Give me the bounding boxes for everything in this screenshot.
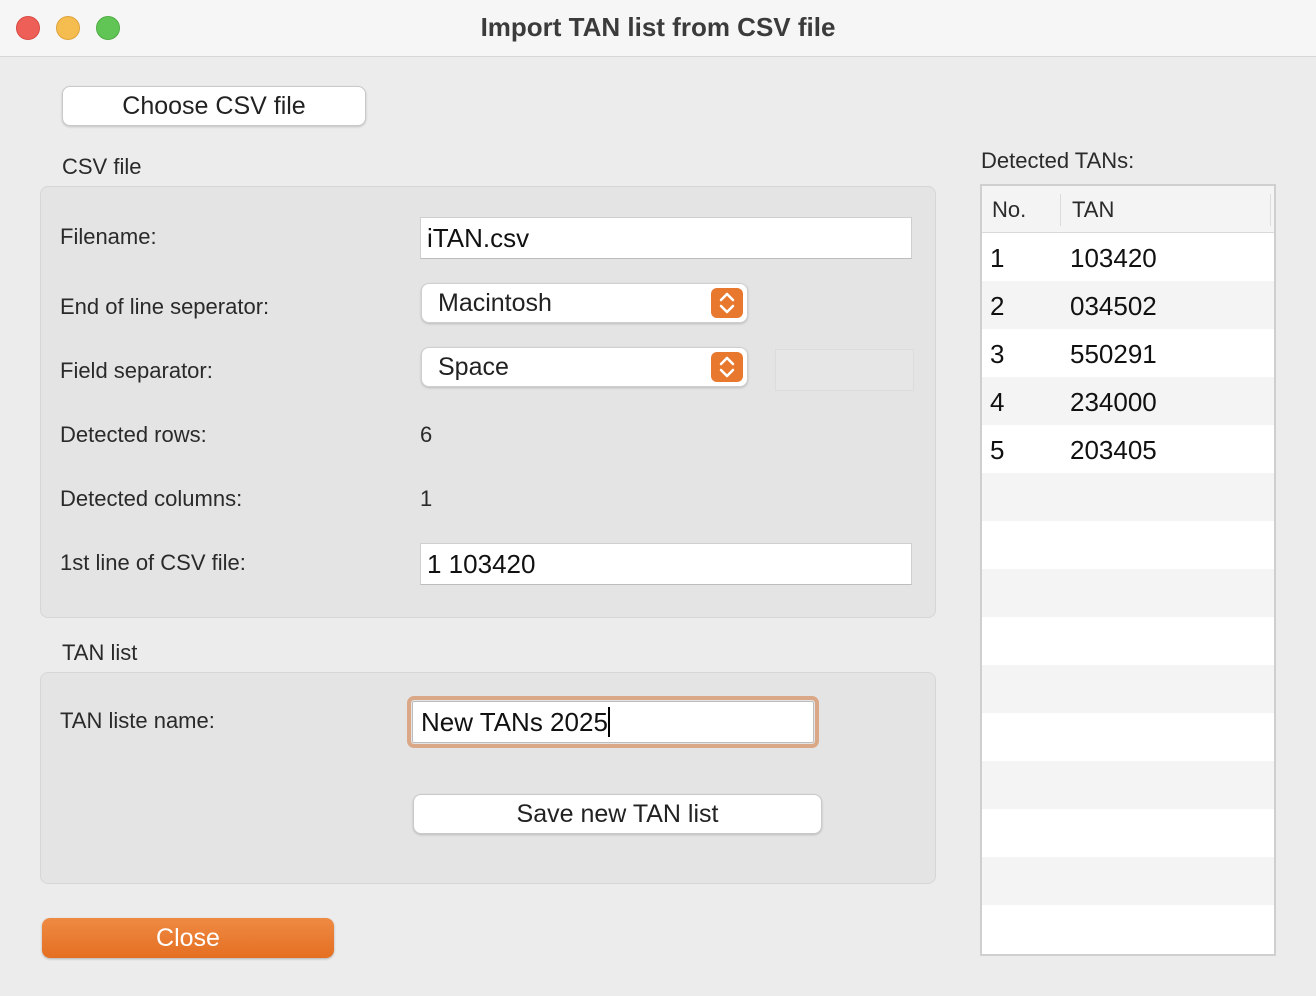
empty-row <box>982 713 1274 761</box>
empty-row <box>982 665 1274 713</box>
import-tan-window: Import TAN list from CSV file Choose CSV… <box>0 0 1316 996</box>
table-row[interactable]: 4 234000 <box>982 377 1274 425</box>
detected-columns-value: 1 <box>420 486 433 511</box>
filename-label: Filename: <box>60 224 157 249</box>
popup-chevrons-icon <box>711 352 743 382</box>
detected-columns-label: Detected columns: <box>60 486 243 511</box>
custom-separator-field <box>775 349 914 391</box>
popup-chevrons-icon <box>711 288 743 318</box>
detected-tans-table[interactable]: No. TAN 1 103420 2 034502 3 550291 4 234… <box>980 184 1276 956</box>
tan-list-name-value: New TANs 2025 <box>421 707 608 737</box>
field-separator-label: Field separator: <box>60 358 213 383</box>
row-number: 1 <box>990 243 1005 273</box>
eol-separator-popup[interactable]: Macintosh <box>421 283 748 323</box>
row-number: 4 <box>990 387 1005 417</box>
csv-section-label: CSV file <box>62 154 142 179</box>
table-row[interactable]: 2 034502 <box>982 281 1274 329</box>
empty-row <box>982 905 1274 953</box>
detected-tans-label: Detected TANs: <box>981 148 1135 173</box>
empty-row <box>982 521 1274 569</box>
choose-csv-button[interactable]: Choose CSV file <box>62 86 366 126</box>
table-row[interactable]: 3 550291 <box>982 329 1274 377</box>
empty-row <box>982 761 1274 809</box>
row-tan: 550291 <box>1070 339 1157 369</box>
eol-separator-value: Macintosh <box>438 289 552 317</box>
column-divider <box>1270 194 1271 226</box>
column-header-no[interactable]: No. <box>992 186 1026 234</box>
row-tan: 234000 <box>1070 387 1157 417</box>
window-title: Import TAN list from CSV file <box>480 12 836 42</box>
column-header-tan[interactable]: TAN <box>1072 186 1114 234</box>
filename-field[interactable]: iTAN.csv <box>420 217 912 259</box>
eol-separator-label: End of line seperator: <box>60 294 270 319</box>
field-separator-value: Space <box>438 353 509 381</box>
column-divider <box>1060 194 1061 226</box>
detected-rows-label: Detected rows: <box>60 422 207 447</box>
detected-rows-value: 6 <box>420 422 433 447</box>
empty-row <box>982 569 1274 617</box>
row-tan: 034502 <box>1070 291 1157 321</box>
save-tan-list-button[interactable]: Save new TAN list <box>413 794 822 834</box>
row-tan: 203405 <box>1070 435 1157 465</box>
close-button[interactable]: Close <box>42 918 334 958</box>
table-header: No. TAN <box>982 186 1274 233</box>
title-bar: Import TAN list from CSV file <box>0 0 1316 57</box>
tan-list-name-label: TAN liste name: <box>60 708 215 733</box>
row-number: 3 <box>990 339 1005 369</box>
table-row[interactable]: 1 103420 <box>982 233 1274 281</box>
tan-list-name-field[interactable]: New TANs 2025 <box>407 696 819 748</box>
row-number: 5 <box>990 435 1005 465</box>
table-body: 1 103420 2 034502 3 550291 4 234000 5 20… <box>982 233 1274 953</box>
empty-row <box>982 473 1274 521</box>
row-number: 2 <box>990 291 1005 321</box>
first-line-label: 1st line of CSV file: <box>60 550 246 575</box>
table-row[interactable]: 5 203405 <box>982 425 1274 473</box>
text-caret <box>607 707 610 738</box>
field-separator-popup[interactable]: Space <box>421 347 748 387</box>
empty-row <box>982 857 1274 905</box>
empty-row <box>982 809 1274 857</box>
tan-list-section-label: TAN list <box>62 640 138 665</box>
first-line-field[interactable]: 1 103420 <box>420 543 912 585</box>
row-tan: 103420 <box>1070 243 1157 273</box>
empty-row <box>982 617 1274 665</box>
